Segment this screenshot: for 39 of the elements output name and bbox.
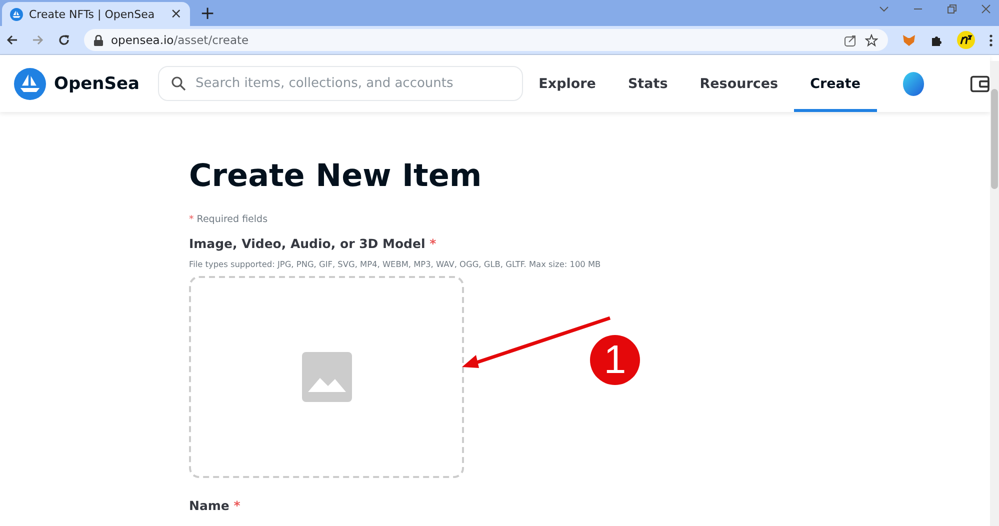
new-tab-button[interactable]: +	[200, 5, 216, 23]
page-title: Create New Item	[189, 157, 483, 196]
chevron-down-icon[interactable]	[879, 4, 889, 14]
step-badge: 1	[590, 335, 640, 385]
search-bar[interactable]: Search items, collections, and accounts	[158, 66, 523, 101]
image-icon	[302, 352, 352, 402]
url-text: opensea.io/asset/create	[111, 33, 249, 47]
close-icon[interactable]	[981, 4, 991, 14]
puzzle-icon[interactable]	[930, 34, 943, 46]
search-icon	[170, 76, 186, 91]
nav-tab[interactable]: Explore	[522, 55, 612, 112]
scrollbar-thumb[interactable]	[991, 89, 998, 189]
lock-icon	[94, 34, 103, 46]
star-icon[interactable]	[865, 34, 878, 46]
file-types-hint: File types supported: JPG, PNG, GIF, SVG, MP4, WEBM, MP3, WAV, OGG, GLB, GLTF. Max size: 100 MB	[189, 259, 602, 269]
more-options-icon[interactable]	[989, 34, 993, 46]
avatar[interactable]	[902, 72, 924, 96]
extension-icon[interactable]	[957, 31, 975, 49]
required-note: * Required fields	[189, 214, 269, 225]
restore-icon[interactable]	[947, 4, 957, 14]
nav-tab[interactable]: Create	[794, 55, 877, 112]
close-tab-button[interactable]: ×	[170, 6, 182, 22]
browser-tab[interactable]: Create NFTs | OpenSea ×	[2, 2, 190, 26]
sailboat-logo-icon	[10, 8, 23, 20]
fox-icon[interactable]	[902, 34, 916, 46]
sailboat-logo-icon[interactable]	[14, 68, 46, 100]
forward-arrow-icon[interactable]	[32, 34, 44, 46]
back-arrow-icon[interactable]	[6, 34, 18, 46]
share-icon[interactable]	[844, 34, 857, 46]
address-bar[interactable]: opensea.io/asset/create	[84, 29, 888, 51]
nav-tab[interactable]: Resources	[684, 55, 794, 112]
reload-icon[interactable]	[58, 34, 70, 46]
field-label: Name *	[189, 498, 242, 513]
field-label: Image, Video, Audio, or 3D Model *	[189, 236, 438, 251]
wallet-icon[interactable]	[970, 74, 990, 94]
search-field[interactable]: Search items, collections, and accounts	[196, 76, 510, 91]
scrollbar[interactable]	[990, 61, 999, 526]
brand-name[interactable]: OpenSea	[54, 74, 140, 94]
nav-tab[interactable]: Stats	[612, 55, 684, 112]
